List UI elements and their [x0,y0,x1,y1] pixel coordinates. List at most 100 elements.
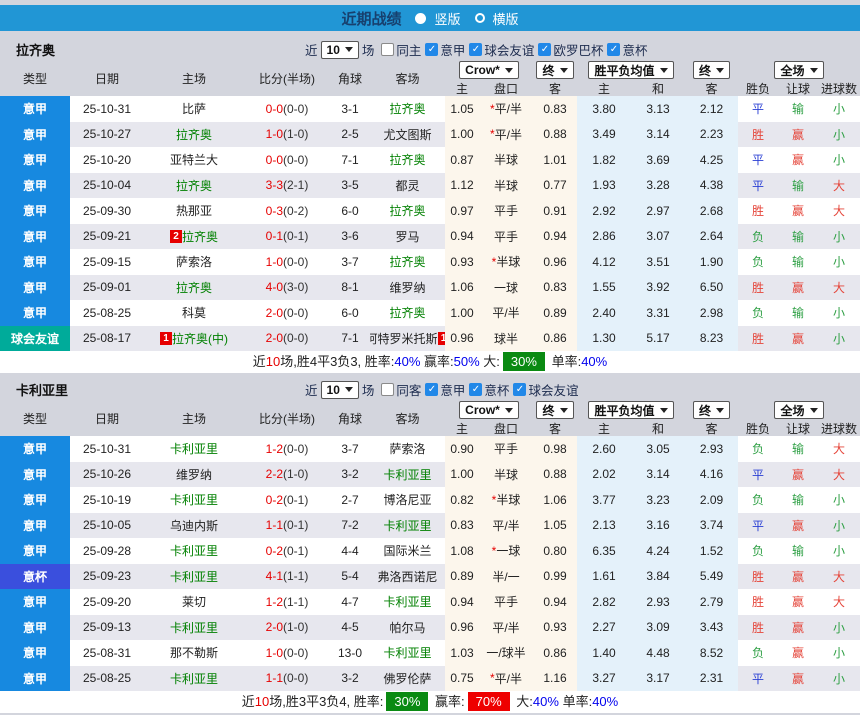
goals-result-cell: 大 [818,198,860,224]
handicap-away-odds-cell: 0.91 [533,198,577,224]
filter-label: 意杯 [484,380,509,399]
league-type-cell: 意甲 [0,96,70,122]
handicap-result-cell: 输 [778,173,818,199]
horizontal-view-radio[interactable] [475,13,485,23]
corner-cell: 4-7 [330,589,370,615]
away-team-cell: 维罗纳 [370,275,445,301]
avg-state-select[interactable]: 终 [693,401,730,419]
handicap-cell: *平/半 [479,122,533,148]
filter-意杯[interactable]: ✓意杯 [469,380,509,399]
handicap-result-cell: 输 [778,436,818,462]
checkbox-icon[interactable]: ✓ [425,383,438,396]
away-team-cell: 拉齐奥 [370,249,445,275]
col-avg-home: 主 [577,420,631,437]
team-name-text: 卡利亚里 [383,593,431,610]
filter-label: 欧罗巴杯 [553,40,603,59]
vertical-view-label[interactable]: 竖版 [434,9,460,28]
recent-count-select[interactable]: 10 [321,381,359,399]
chevron-down-icon [345,47,353,52]
halftime-score: (0-0) [283,255,308,269]
score-cell: 1-0(0-0) [244,249,330,275]
team-name-text: 拉齐奥(中) [172,330,228,347]
summary-text: 赢率: [420,354,453,369]
date-cell: 25-09-15 [70,249,144,275]
avg-draw-odds-cell: 3.14 [631,122,685,148]
team-name-text: 萨索洛 [389,440,425,457]
filter-同客[interactable]: 同客 [381,380,421,399]
summary-value: 40% [533,694,559,709]
league-type-cell: 意甲 [0,462,70,488]
avg-away-odds-cell: 2.68 [685,198,738,224]
handicap-away-odds-cell: 0.88 [533,462,577,488]
summary-text: 近 [253,354,266,369]
home-team-cell: 亚特兰大 [144,147,244,173]
avg-home-odds-cell: 4.12 [577,249,631,275]
filter-同主[interactable]: 同主 [381,40,421,59]
chevron-down-icon [660,408,668,413]
avg-home-odds-cell: 2.92 [577,198,631,224]
filter-row: 卡利亚里 近 10 场 同客✓意甲✓意杯✓球会友谊 [0,379,860,400]
result-cell: 胜 [738,275,778,301]
scope-select[interactable]: 全场 [774,61,823,79]
handicap-result-cell: 赢 [778,462,818,488]
scope-select[interactable]: 全场 [774,401,823,419]
star-mark: * [490,671,495,685]
filter-欧罗巴杯[interactable]: ✓欧罗巴杯 [538,40,603,59]
filter-意甲[interactable]: ✓意甲 [425,380,465,399]
league-type-cell: 意甲 [0,589,70,615]
handicap-cell: *半球 [479,487,533,513]
corner-cell: 5-4 [330,564,370,590]
fulltime-score: 0-0 [266,102,283,116]
odds-state-select[interactable]: 终 [536,401,573,419]
filter-意杯[interactable]: ✓意杯 [607,40,647,59]
checkbox-icon[interactable]: ✓ [538,43,551,56]
recent-count-select[interactable]: 10 [321,41,359,59]
avg-home-odds-cell: 2.02 [577,462,631,488]
avg-away-odds-cell: 1.52 [685,538,738,564]
avg-select[interactable]: 胜平负均值 [588,401,673,419]
handicap-away-odds-cell: 0.86 [533,326,577,352]
team-name-text: 萨索洛 [176,253,212,270]
corner-cell: 8-1 [330,275,370,301]
handicap-home-odds-cell: 0.75 [445,666,479,692]
filter-意甲[interactable]: ✓意甲 [425,40,465,59]
avg-away-odds-cell: 8.23 [685,326,738,352]
avg-draw-odds-cell: 5.17 [631,326,685,352]
handicap-away-odds-cell: 0.96 [533,249,577,275]
avg-state-select[interactable]: 终 [693,61,730,79]
section-title-bar: 近期战绩 竖版 横版 [0,5,860,31]
avg-away-odds-cell: 2.93 [685,436,738,462]
checkbox-icon[interactable]: ✓ [469,43,482,56]
summary-text: 单率: [548,354,581,369]
summary-text: 近 [242,694,255,709]
checkbox-icon[interactable]: ✓ [607,43,620,56]
score-cell: 1-0(1-0) [244,122,330,148]
vertical-view-radio[interactable] [415,13,426,24]
score-cell: 1-1(0-0) [244,666,330,692]
match-row: 意甲25-10-05乌迪内斯1-1(0-1)7-2卡利亚里0.83平/半1.05… [0,513,860,539]
odds-source-select[interactable]: Crow* [459,401,519,419]
halftime-score: (0-0) [283,646,308,660]
checkbox-icon[interactable] [381,43,394,56]
filter-label: 同客 [396,380,421,399]
checkbox-icon[interactable] [381,383,394,396]
halftime-score: (0-0) [283,331,308,345]
checkbox-icon[interactable]: ✓ [513,383,526,396]
odds-source-select[interactable]: Crow* [459,61,519,79]
horizontal-view-label[interactable]: 横版 [493,9,519,28]
league-type-cell: 意甲 [0,198,70,224]
filter-球会友谊[interactable]: ✓球会友谊 [469,40,534,59]
team-name-text: 都灵 [395,177,419,194]
checkbox-icon[interactable]: ✓ [469,383,482,396]
handicap-home-odds-cell: 0.90 [445,436,479,462]
table-header: 类型 日期 主场 比分(半场) 角球 客场 Crow* 终 胜平负均值 终 全场… [0,60,860,96]
result-cell: 负 [738,224,778,250]
checkbox-icon[interactable]: ✓ [425,43,438,56]
odds-state-select[interactable]: 终 [536,61,573,79]
star-mark: * [492,255,497,269]
avg-select[interactable]: 胜平负均值 [588,61,673,79]
col-odds-away: 客 [533,420,577,437]
filters: 近 10 场 同主✓意甲✓球会友谊✓欧罗巴杯✓意杯 [305,40,647,59]
filter-球会友谊[interactable]: ✓球会友谊 [513,380,578,399]
halftime-score: (1-1) [283,569,308,583]
